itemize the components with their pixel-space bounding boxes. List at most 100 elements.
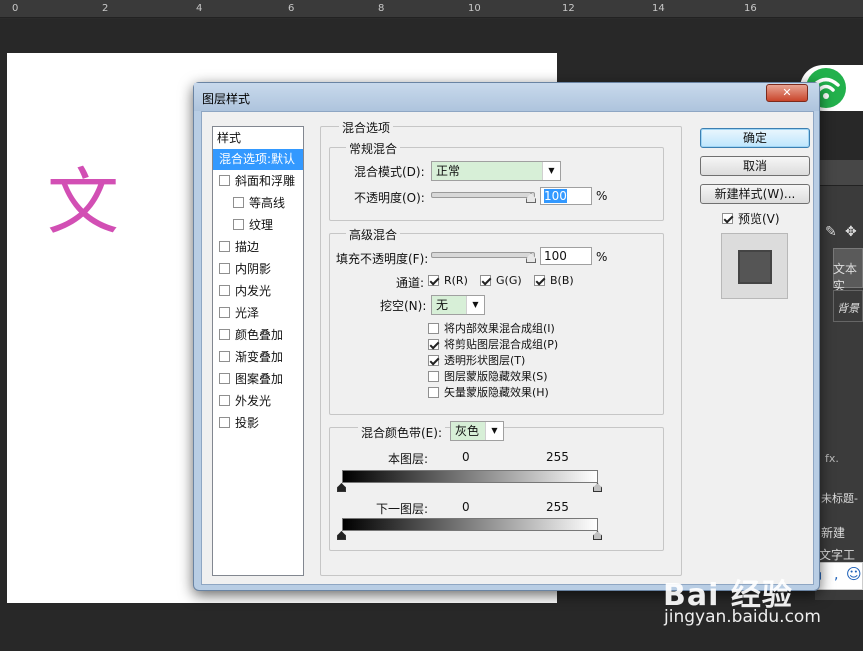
blend-if-select[interactable]: 灰色 ▼	[450, 421, 504, 441]
vector-mask-hides-option[interactable]: 矢量蒙版隐藏效果(H)	[428, 384, 549, 400]
style-item-color-overlay[interactable]: 颜色叠加	[213, 325, 303, 346]
chevron-down-icon: ▼	[466, 296, 484, 314]
checkbox[interactable]	[219, 329, 230, 340]
comma-icon[interactable]: ,	[834, 567, 838, 583]
style-item-drop-shadow[interactable]: 投影	[213, 413, 303, 434]
style-item-outer-glow[interactable]: 外发光	[213, 391, 303, 412]
option-label: 矢量蒙版隐藏效果(H)	[444, 386, 549, 399]
channel-b-checkbox[interactable]: B(B)	[534, 274, 574, 287]
new-style-button[interactable]: 新建样式(W)...	[700, 184, 810, 204]
checkbox[interactable]	[233, 197, 244, 208]
brush-icon[interactable]: ✎	[825, 224, 837, 240]
fx-icon[interactable]: fx.	[825, 452, 839, 465]
checkbox[interactable]	[219, 351, 230, 362]
watermark-url: jingyan.baidu.com	[664, 607, 821, 627]
checkbox[interactable]	[428, 370, 439, 382]
this-layer-gradient-bar[interactable]	[342, 470, 598, 483]
channel-r-checkbox[interactable]: R(R)	[428, 274, 468, 287]
ruler-label: 4	[196, 3, 203, 14]
checkbox[interactable]	[428, 338, 439, 350]
move-icon[interactable]: ✥	[845, 224, 857, 240]
style-item-label: 斜面和浮雕	[235, 174, 296, 188]
opacity-field[interactable]: 100	[540, 187, 592, 205]
fill-opacity-slider[interactable]	[431, 252, 535, 258]
preview-checkbox[interactable]: 预览(V)	[722, 210, 780, 227]
general-blending-group: 常规混合 混合模式(D): 正常 ▼ 不透明度(O): 100 %	[329, 140, 664, 221]
this-layer-black-slider[interactable]	[337, 483, 346, 492]
checkbox[interactable]	[428, 354, 439, 366]
underlying-layer-black-slider[interactable]	[337, 531, 346, 540]
channel-r-label: R(R)	[444, 274, 468, 287]
style-item-inner-shadow[interactable]: 内阴影	[213, 259, 303, 280]
opacity-value: 100	[544, 189, 567, 203]
checkbox[interactable]	[428, 386, 439, 398]
preview-swatch	[738, 250, 772, 284]
close-button[interactable]: ✕	[766, 84, 808, 102]
blend-mode-select[interactable]: 正常 ▼	[431, 161, 561, 181]
underlying-layer-white-slider[interactable]	[593, 531, 602, 540]
opacity-percent: %	[596, 189, 608, 203]
style-item-inner-glow[interactable]: 内发光	[213, 281, 303, 302]
style-item-contour[interactable]: 等高线	[213, 193, 303, 214]
blend-clipped-layers-option[interactable]: 将剪贴图层混合成组(P)	[428, 336, 558, 352]
dialog-titlebar[interactable]: 图层样式 ✕	[194, 83, 819, 111]
blending-options-title: 混合选项	[339, 119, 394, 136]
background-layer-name[interactable]: 背景	[837, 300, 859, 316]
style-item-texture[interactable]: 纹理	[213, 215, 303, 236]
fill-opacity-label: 填充不透明度(F):	[336, 252, 429, 266]
preview-label: 预览(V)	[738, 212, 780, 226]
checkbox[interactable]	[428, 322, 439, 334]
document-tab-name[interactable]: 未标题-	[821, 490, 858, 506]
checkbox[interactable]	[480, 274, 491, 286]
style-item-label: 图案叠加	[235, 372, 284, 386]
fill-opacity-field[interactable]: 100	[540, 247, 592, 265]
transparency-shapes-option[interactable]: 透明形状图层(T)	[428, 352, 525, 368]
history-item-new[interactable]: 新建	[821, 524, 845, 541]
checkbox[interactable]	[219, 241, 230, 252]
ruler-label: 16	[744, 3, 757, 14]
checkbox[interactable]	[233, 219, 244, 230]
this-layer-white-slider[interactable]	[593, 483, 602, 492]
underlying-layer-max: 255	[546, 500, 569, 514]
this-layer-max: 255	[546, 450, 569, 464]
emoji-icon[interactable]: ☺	[846, 565, 862, 583]
layer-mask-hides-option[interactable]: 图层蒙版隐藏效果(S)	[428, 368, 548, 384]
knockout-value: 无	[436, 298, 449, 312]
checkbox[interactable]	[534, 274, 545, 286]
ruler-label: 8	[378, 3, 385, 14]
knockout-select[interactable]: 无 ▼	[431, 295, 485, 315]
style-item-bevel-emboss[interactable]: 斜面和浮雕	[213, 171, 303, 192]
checkbox[interactable]	[219, 373, 230, 384]
underlying-layer-gradient-bar[interactable]	[342, 518, 598, 531]
knockout-label: 挖空(N):	[380, 299, 427, 313]
blend-interior-effects-option[interactable]: 将内部效果混合成组(I)	[428, 320, 555, 336]
style-item-satin[interactable]: 光泽	[213, 303, 303, 324]
style-item-gradient-overlay[interactable]: 渐变叠加	[213, 347, 303, 368]
style-item-pattern-overlay[interactable]: 图案叠加	[213, 369, 303, 390]
cancel-button[interactable]: 取消	[700, 156, 810, 176]
dialog-title: 图层样式	[202, 92, 251, 106]
panel-tabs[interactable]	[815, 160, 863, 186]
general-blending-title: 常规混合	[346, 140, 401, 157]
text-layer-name[interactable]: 文本实	[833, 260, 863, 294]
checkbox[interactable]	[722, 213, 733, 224]
style-item-stroke[interactable]: 描边	[213, 237, 303, 258]
channel-g-label: G(G)	[496, 274, 522, 287]
checkbox[interactable]	[219, 417, 230, 428]
checkbox[interactable]	[428, 274, 439, 286]
style-item-label: 纹理	[249, 218, 274, 232]
blend-if-value: 灰色	[455, 424, 480, 438]
channel-g-checkbox[interactable]: G(G)	[480, 274, 522, 287]
ruler-label: 6	[288, 3, 295, 14]
checkbox[interactable]	[219, 307, 230, 318]
opacity-slider[interactable]	[431, 192, 535, 198]
checkbox[interactable]	[219, 175, 230, 186]
checkbox[interactable]	[219, 263, 230, 274]
channels-label: 通道:	[396, 276, 425, 290]
checkbox[interactable]	[219, 285, 230, 296]
channel-b-label: B(B)	[550, 274, 574, 287]
styles-header[interactable]: 样式	[217, 129, 241, 146]
style-item-blending-options[interactable]: 混合选项:默认	[213, 149, 303, 170]
ok-button[interactable]: 确定	[700, 128, 810, 148]
checkbox[interactable]	[219, 395, 230, 406]
